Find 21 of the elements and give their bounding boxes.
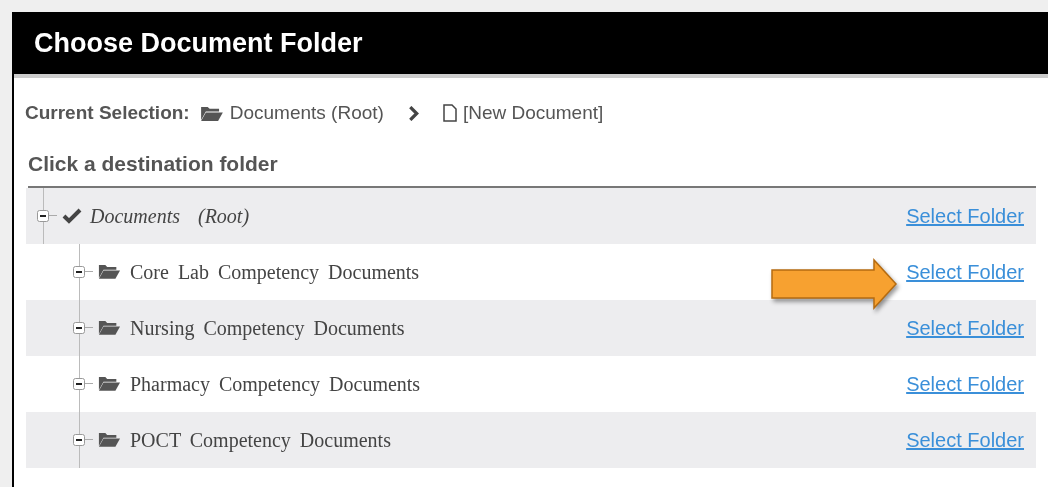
folder-icon bbox=[98, 431, 120, 448]
folder-name[interactable]: Documents (Root) bbox=[90, 200, 250, 231]
folder-name[interactable]: Pharmacy Competency Documents bbox=[130, 368, 421, 399]
collapse-toggle[interactable] bbox=[73, 377, 85, 390]
window-title: Choose Document Folder bbox=[34, 26, 363, 60]
collapse-toggle[interactable] bbox=[73, 433, 85, 446]
document-icon bbox=[442, 104, 457, 122]
chevron-right-icon bbox=[407, 105, 419, 121]
collapse-toggle[interactable] bbox=[73, 321, 85, 334]
breadcrumb-item: Documents (Root) bbox=[229, 100, 384, 125]
folder-icon bbox=[199, 104, 223, 122]
folder-icon bbox=[98, 319, 120, 336]
folder-name[interactable]: Nursing Competency Documents bbox=[130, 312, 405, 343]
collapse-toggle[interactable] bbox=[37, 209, 49, 222]
folder-name[interactable]: Core Lab Competency Documents bbox=[130, 256, 420, 287]
collapse-toggle[interactable] bbox=[73, 265, 85, 278]
selection-label: Current Selection: bbox=[25, 100, 190, 125]
folder-icon bbox=[98, 375, 120, 392]
folder-icon bbox=[98, 263, 120, 280]
folder-name[interactable]: POCT Competency Documents bbox=[130, 424, 391, 455]
breadcrumb-item: [New Document] bbox=[462, 100, 604, 125]
